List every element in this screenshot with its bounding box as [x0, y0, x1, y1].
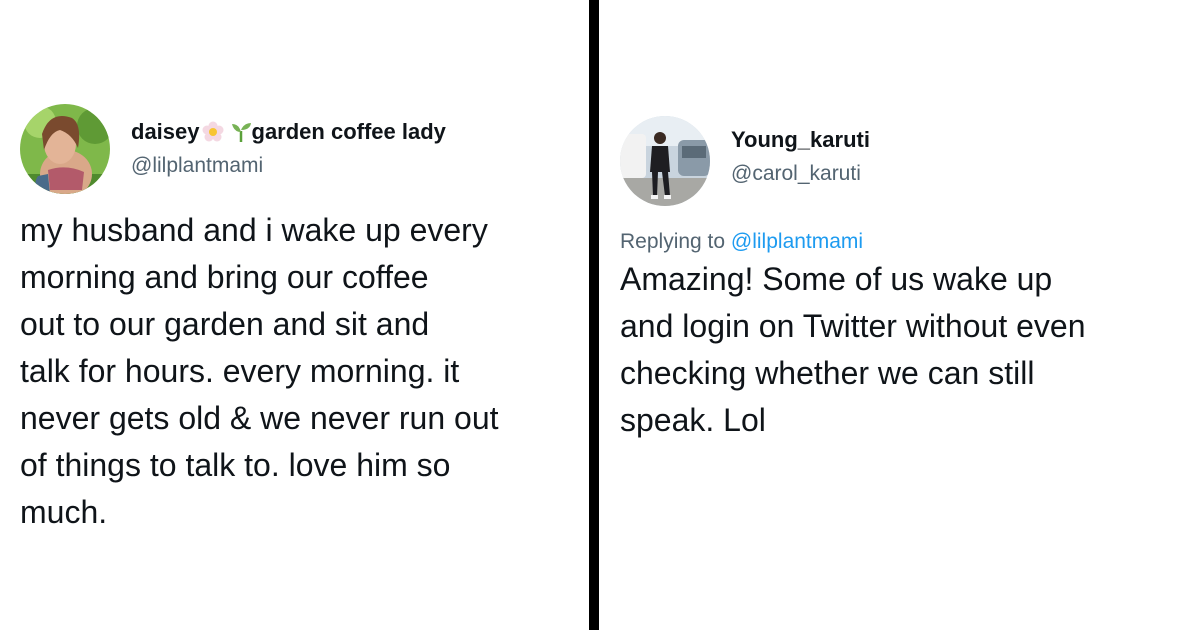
- tweet-text-line: much.: [20, 494, 108, 530]
- blossom-emoji-icon: [202, 121, 224, 143]
- author-display-name[interactable]: Young_karuti: [731, 126, 870, 154]
- tweet-text-line: of things to talk to. love him so: [20, 447, 451, 483]
- tweet-card-right: Young_karuti @carol_karuti Replying to @…: [620, 116, 1185, 444]
- tweet-header: daisey garden coffee lady @lilplantmami: [20, 104, 580, 207]
- display-name-prefix: daisey: [131, 119, 200, 144]
- tweet-body: Amazing! Some of us wake up and login on…: [620, 256, 1185, 444]
- replying-to-label: Replying to: [620, 230, 726, 253]
- tweet-text-line: my husband and i wake up every: [20, 212, 488, 248]
- panel-divider: [589, 0, 599, 630]
- tweet-body: my husband and i wake up every morning a…: [20, 207, 580, 536]
- tweet-text-line: talk for hours. every morning. it: [20, 353, 460, 389]
- author-names: daisey garden coffee lady @lilplantmami: [131, 118, 446, 180]
- seedling-emoji-icon: [230, 121, 252, 143]
- tweet-text-line: Amazing! Some of us wake up: [620, 261, 1053, 297]
- author-names: Young_karuti @carol_karuti: [731, 126, 870, 188]
- tweet-text-line: checking whether we can still: [620, 355, 1035, 391]
- tweet-text-line: out to our garden and sit and: [20, 306, 430, 342]
- author-display-name[interactable]: daisey garden coffee lady: [131, 118, 446, 146]
- avatar[interactable]: [20, 104, 110, 194]
- tweet-card-left: daisey garden coffee lady @lilplantmami …: [20, 104, 580, 536]
- tweet-header: Young_karuti @carol_karuti: [620, 116, 1185, 206]
- author-handle[interactable]: @carol_karuti: [731, 160, 870, 188]
- avatar[interactable]: [620, 116, 710, 206]
- replying-to-mention-link[interactable]: @lilplantmami: [731, 230, 863, 253]
- author-handle[interactable]: @lilplantmami: [131, 152, 446, 180]
- display-name-suffix: garden coffee lady: [251, 119, 446, 144]
- tweet-text-line: and login on Twitter without even: [620, 308, 1086, 344]
- tweet-text-line: speak. Lol: [620, 402, 766, 438]
- tweet-text-line: morning and bring our coffee: [20, 259, 429, 295]
- tweet-text-line: never gets old & we never run out: [20, 400, 499, 436]
- replying-to: Replying to @lilplantmami: [620, 228, 1185, 256]
